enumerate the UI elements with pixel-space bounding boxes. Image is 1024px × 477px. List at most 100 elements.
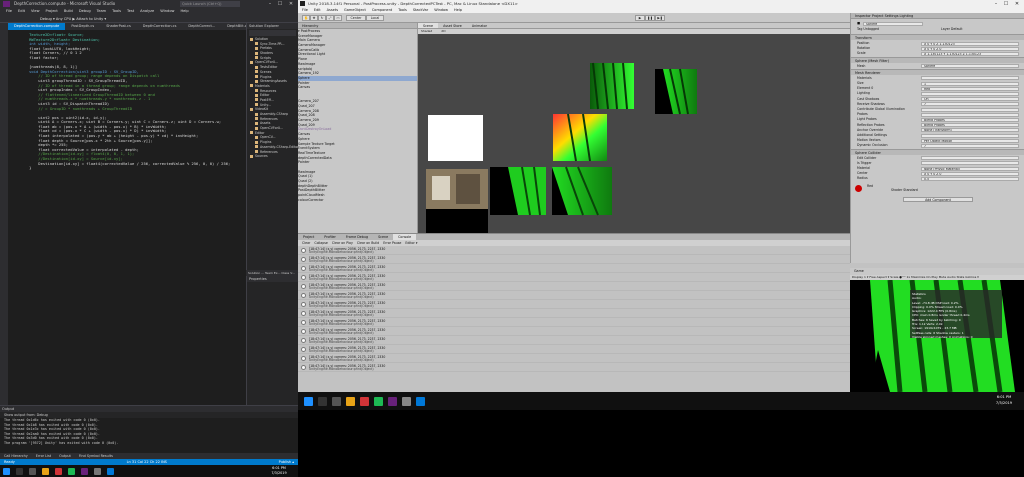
search-icon-2[interactable] [318,396,327,406]
object-name-field[interactable]: ■ Sphere [851,21,1024,26]
add-component-button[interactable]: Add Component [903,196,973,202]
console-row[interactable]: [18:47:14] (x,y) corners: 2056, 2173, 22… [298,363,850,372]
inspector-value[interactable] [921,76,1019,81]
inspector-value[interactable]: 0.5 [921,176,1019,181]
center-toggle[interactable]: Center [346,15,366,21]
app-icon-2[interactable] [416,396,425,406]
inspector-value[interactable]: None (Physic Material) [921,166,1019,171]
inspector-value[interactable]: Per Object Motion [921,138,1019,143]
inspector-value[interactable]: Blend Probes [921,117,1019,122]
inspector-value[interactable] [921,161,1019,166]
inspector-value[interactable]: ✓ [921,143,1019,148]
tag-dropdown[interactable]: Tag Untagged [857,27,879,32]
quick-launch-input[interactable]: Quick Launch (Ctrl+Q) [180,1,240,7]
step-button[interactable]: ▶❚ [655,15,665,21]
menu-item[interactable]: Window [160,8,174,15]
hand-tool-icon[interactable]: ✋ [302,15,310,21]
windows-start-icon[interactable] [3,467,10,475]
inspector-value[interactable] [921,91,1019,96]
inspector-value[interactable]: Sphere [921,64,1019,69]
menu-item[interactable]: Help [180,8,188,15]
spotify-icon-2[interactable] [374,396,383,406]
console-row[interactable]: [18:47:14] (x,y) corners: 2056, 2173, 22… [298,273,850,282]
rotate-tool-icon[interactable]: ↻ [318,15,326,21]
local-toggle[interactable]: Local [366,15,384,21]
task-view-icon[interactable] [29,467,36,475]
visual-studio-icon[interactable] [81,467,88,475]
editor-tab[interactable]: DepthCorrect... [182,23,221,30]
inspector-value[interactable] [921,133,1019,138]
console-row[interactable]: [18:47:14] (x,y) corners: 2056, 2173, 22… [298,255,850,264]
menu-item[interactable]: Build [64,8,73,15]
pause-button[interactable]: ❚❚ [645,15,655,21]
transform-section[interactable]: Transform [851,34,1024,40]
console-row[interactable]: [18:47:14] (x,y) corners: 2056, 2173, 22… [298,327,850,336]
scene-view[interactable]: Scene Asset Store Animator Shaded 2D [418,23,850,233]
menu-item[interactable]: Edit [18,8,25,15]
inspector-value[interactable]: On [921,97,1019,102]
file-explorer-icon[interactable] [42,467,49,475]
inspector-value[interactable]: Red [921,86,1019,91]
debug-config-dropdown[interactable]: Debug ▾ Any CPU ▶ Attach to Unity ▾ [0,17,106,21]
scene-tab[interactable]: Scene [418,23,439,28]
menu-item[interactable]: Tools [112,8,121,15]
inspector-value[interactable]: X 0 Y 0 Z 1.130123 [921,41,1019,46]
clock-left[interactable]: 6:01 PM 7/3/2019 [262,465,296,477]
solution-search-input[interactable] [249,30,296,36]
menu-item[interactable]: Project [46,8,58,15]
layer-dropdown[interactable]: Layer Default [941,27,963,32]
move-tool-icon[interactable]: ✥ [310,15,318,21]
scale-tool-icon[interactable]: ⤢ [326,15,334,21]
game-tab[interactable]: Game [850,268,1024,275]
clock-right[interactable]: 6:01 PM 7/3/2019 [985,394,1023,408]
maximize-icon[interactable]: ☐ [276,0,284,8]
task-view-icon-2[interactable] [332,396,341,406]
console-row[interactable]: [18:47:14] (x,y) corners: 2056, 2173, 22… [298,309,850,318]
chrome-icon[interactable] [55,467,62,475]
play-button[interactable]: ▶ [635,15,645,21]
menu-item[interactable]: Analyze [140,8,154,15]
inspector-value[interactable]: X 1.130123 Y 1.130123 Z 1.130123 [921,51,1019,56]
solution-tree-item[interactable]: Sources [247,154,298,159]
scene-tab[interactable]: Asset Store [438,23,467,28]
menu-item[interactable]: View [31,8,40,15]
windows-start-icon-2[interactable] [304,396,313,406]
code-editor[interactable]: Texture2D<float> Source; RWTexture2D<flo… [8,30,246,400]
spotify-icon[interactable] [68,467,75,475]
sphere-collider-section[interactable]: Sphere Collider [851,148,1024,155]
console-row[interactable]: [18:47:14] (x,y) corners: 2056, 2173, 22… [298,318,850,327]
editor-tab[interactable]: ShaderPost.cs [100,23,137,30]
inspector-value[interactable]: Blend Probes [921,123,1019,128]
inspector-value[interactable]: 1 [921,81,1019,86]
scene-tab[interactable]: Animator [467,23,492,28]
console-row[interactable]: [18:47:14] (x,y) corners: 2056, 2173, 22… [298,345,850,354]
menu-item[interactable]: File [6,8,12,15]
game-view[interactable]: Game Display 1 ▾ Free Aspect ▾ Scale ●──… [850,268,1024,400]
inspector-value[interactable]: None (Transform) [921,128,1019,133]
hierarchy-item[interactable]: colourCorrector [298,198,417,203]
editor-tab[interactable]: DepthCorrection.compute [8,23,66,30]
editor-tab[interactable]: DepthCorrection.cs [137,23,183,30]
rect-tool-icon[interactable]: ▭ [334,15,342,21]
console-row[interactable]: [18:47:14] (x,y) corners: 2056, 2173, 22… [298,336,850,345]
inspector-value[interactable] [921,112,1019,117]
shader-dropdown[interactable]: Shader Standard [891,188,918,193]
mesh-filter-section[interactable]: Sphere (Mesh Filter) [851,56,1024,63]
console-row[interactable]: [18:47:14] (x,y) corners: 2056, 2173, 22… [298,300,850,309]
shading-mode-dropdown[interactable]: Shaded [421,29,432,33]
menu-item[interactable]: Debug [79,8,91,15]
chrome-icon-2[interactable] [360,396,369,406]
inspector-value[interactable] [921,107,1019,112]
search-icon[interactable] [16,467,23,475]
file-explorer-icon-2[interactable] [346,396,355,406]
inspector-value[interactable]: X 0 Y 0 Z 0 [921,46,1019,51]
app-icon[interactable] [107,467,114,475]
object-name-input[interactable]: Sphere [863,21,923,26]
unity-icon-2[interactable] [402,396,411,406]
console-row[interactable]: [18:47:14] (x,y) corners: 2056, 2173, 22… [298,291,850,300]
minimize-icon[interactable]: – [266,0,274,8]
close-icon[interactable]: ✕ [287,0,295,8]
visual-studio-icon-2[interactable] [388,396,397,406]
mesh-renderer-section[interactable]: Mesh Renderer [851,68,1024,75]
console-row[interactable]: [18:47:14] (x,y) corners: 2056, 2173, 22… [298,354,850,363]
